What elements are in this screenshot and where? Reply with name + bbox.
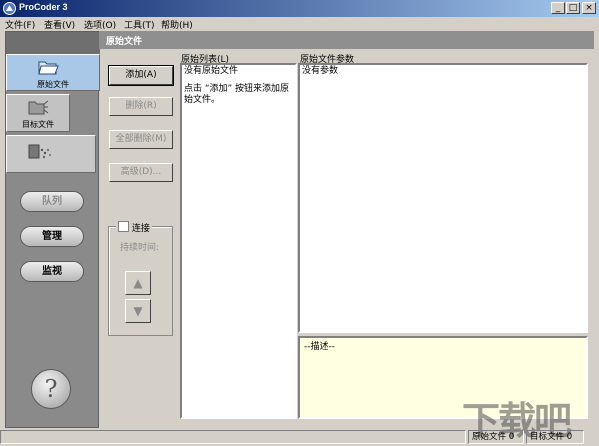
close-button[interactable]: × — [582, 2, 596, 14]
status-target-count: 目标文件 0 — [526, 430, 584, 444]
source-list-hint-2: 始文件。 — [184, 95, 221, 105]
title-bar[interactable]: ProCoder 3 _ □ × — [0, 0, 599, 17]
minimize-button[interactable]: _ — [551, 2, 565, 14]
target-folder-icon — [28, 100, 49, 115]
tab-source-files[interactable]: 原始文件 — [6, 54, 100, 91]
source-list[interactable]: 没有原始文件 点击 “添加” 按钮来添加原 始文件。 — [180, 63, 297, 419]
delete-all-button[interactable]: 全部删除(M) — [109, 130, 173, 149]
menu-bar: 文件(F) 查看(V) 选项(O) 工具(T) 帮助(H) — [0, 17, 599, 31]
status-main — [0, 430, 466, 444]
up-arrow-icon: ▲ — [133, 276, 143, 290]
connect-label[interactable]: 连接 — [132, 224, 150, 234]
params-empty: 没有参数 — [302, 66, 339, 76]
connect-row: 连接 — [116, 221, 152, 234]
source-list-empty: 没有原始文件 — [184, 66, 239, 76]
menu-file[interactable]: 文件(F) — [5, 18, 35, 31]
move-up-button[interactable]: ▲ — [125, 271, 151, 295]
menu-options[interactable]: 选项(O) — [84, 18, 116, 31]
menu-help[interactable]: 帮助(H) — [161, 18, 193, 31]
menu-view[interactable]: 查看(V) — [44, 18, 75, 31]
maximize-button[interactable]: □ — [566, 2, 580, 14]
down-arrow-icon: ▼ — [133, 304, 143, 318]
connect-checkbox[interactable] — [118, 221, 129, 232]
duration-label: 持续时间: — [120, 243, 160, 253]
menu-tools[interactable]: 工具(T) — [124, 18, 155, 31]
page-header: 原始文件 — [99, 31, 594, 49]
encode-icon — [28, 144, 52, 159]
status-bar: 原始文件 0 目标文件 0 — [0, 428, 599, 446]
source-folder-icon — [38, 61, 59, 75]
tab-label-source: 原始文件 — [37, 80, 69, 89]
status-source-count: 原始文件 0 — [468, 430, 524, 444]
sidebar-top-strip — [6, 32, 100, 54]
tab-target-files[interactable]: 目标文件 — [6, 94, 70, 132]
move-down-button[interactable]: ▼ — [125, 299, 151, 323]
sidebar: 原始文件 目标文件 队列 管理 监视 ? — [5, 31, 100, 428]
advanced-button[interactable]: 高级(D)... — [109, 163, 173, 182]
page-title: 原始文件 — [106, 37, 143, 47]
tab-encode[interactable] — [6, 135, 96, 173]
description-text: --描述-- — [304, 342, 335, 352]
tab-label-target: 目标文件 — [22, 120, 54, 129]
add-button[interactable]: 添加(A) — [108, 65, 174, 86]
procoder-app-icon[interactable] — [3, 2, 16, 15]
help-button[interactable]: ? — [31, 369, 71, 409]
params-panel[interactable]: 没有参数 — [298, 63, 588, 333]
window-title: ProCoder 3 — [19, 2, 68, 12]
delete-button[interactable]: 删除(R) — [109, 97, 173, 116]
source-list-hint-1: 点击 “添加” 按钮来添加原 — [184, 84, 290, 94]
manage-button[interactable]: 管理 — [20, 226, 84, 247]
queue-button[interactable]: 队列 — [20, 191, 84, 212]
monitor-button[interactable]: 监视 — [20, 261, 84, 282]
